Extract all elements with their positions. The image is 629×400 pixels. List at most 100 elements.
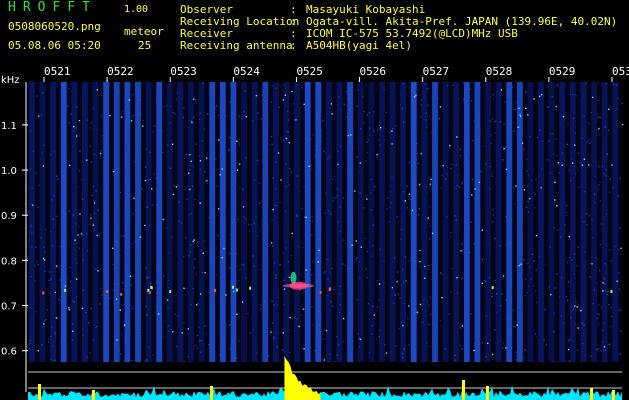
meteor-blip (319, 290, 322, 294)
noise-speck (289, 167, 291, 170)
time-label: 0527 (423, 65, 450, 78)
noise-speck (296, 214, 298, 216)
info-antenna: Receiving antenna: A504HB(yagi 4el) (180, 39, 412, 52)
noise-speck (157, 207, 159, 209)
noise-speck (328, 353, 331, 355)
noise-speck (545, 343, 548, 346)
noise-speck (130, 194, 133, 197)
noise-speck (339, 285, 341, 288)
noise-speck (598, 184, 600, 186)
noise-speck (197, 302, 199, 305)
noise-speck (101, 134, 103, 137)
noise-speck (263, 332, 265, 334)
noise-speck (49, 231, 52, 233)
noise-speck (303, 290, 305, 292)
noise-speck (276, 304, 278, 306)
noise-speck (426, 126, 428, 128)
noise-speck (370, 178, 373, 181)
noise-speck (515, 185, 517, 187)
noise-speck (220, 153, 222, 156)
noise-speck (221, 257, 223, 259)
noise-speck (122, 304, 124, 306)
noise-speck (62, 322, 64, 325)
noise-speck (544, 264, 547, 267)
noise-speck (504, 101, 506, 104)
noise-speck (92, 224, 95, 226)
noise-speck (289, 351, 291, 354)
noise-speck (64, 285, 67, 287)
noise-speck (192, 288, 194, 290)
noise-speck (358, 261, 361, 263)
noise-speck (106, 287, 108, 289)
noise-speck (395, 125, 397, 127)
noise-speck (614, 245, 617, 248)
noise-stripe (39, 82, 46, 362)
noise-speck (277, 332, 280, 334)
noise-speck (236, 357, 238, 359)
noise-speck (48, 279, 51, 282)
noise-speck (419, 260, 421, 263)
noise-speck (195, 273, 197, 275)
noise-speck (578, 186, 581, 188)
noise-speck (279, 264, 281, 266)
noise-speck (187, 328, 189, 330)
noise-speck (348, 249, 350, 252)
time-label: 0526 (360, 65, 387, 78)
noise-speck (427, 176, 430, 178)
noise-speck (512, 309, 515, 311)
noise-speck (66, 105, 69, 108)
noise-speck (286, 130, 288, 133)
noise-speck (352, 256, 354, 258)
noise-speck (201, 155, 204, 158)
noise-speck (138, 93, 141, 96)
noise-speck (47, 341, 50, 343)
noise-speck (300, 314, 302, 316)
noise-speck (332, 178, 334, 181)
noise-speck (569, 306, 572, 308)
noise-speck (241, 301, 244, 303)
noise-speck (429, 313, 432, 316)
noise-speck (529, 197, 531, 200)
noise-speck (528, 266, 531, 268)
time-label: 0528 (486, 65, 513, 78)
noise-speck (194, 99, 197, 101)
noise-speck (474, 343, 476, 345)
noise-speck (553, 330, 555, 333)
noise-speck (242, 188, 244, 190)
noise-speck (204, 325, 206, 327)
noise-speck (194, 344, 197, 347)
noise-speck (136, 288, 138, 290)
noise-speck (336, 195, 339, 197)
noise-speck (435, 87, 437, 89)
noise-speck (59, 245, 61, 248)
noise-speck (527, 262, 529, 264)
noise-speck (598, 313, 600, 315)
noise-speck (350, 91, 353, 94)
noise-speck (461, 277, 463, 279)
noise-speck (577, 246, 579, 248)
noise-speck (100, 287, 102, 290)
noise-speck (568, 338, 571, 341)
noise-speck (543, 339, 545, 341)
noise-speck (96, 234, 98, 236)
noise-speck (451, 163, 453, 166)
noise-speck (252, 255, 254, 257)
noise-speck (61, 358, 64, 360)
noise-speck (535, 335, 537, 338)
noise-speck (356, 105, 358, 107)
noise-speck (413, 220, 415, 223)
noise-speck (340, 145, 342, 147)
noise-speck (425, 112, 427, 114)
noise-speck (238, 287, 240, 289)
noise-speck (379, 248, 381, 251)
noise-speck (296, 215, 298, 218)
noise-speck (131, 243, 134, 245)
noise-speck (509, 271, 511, 273)
y-tick-label: 0.6 (1, 347, 17, 358)
noise-speck (396, 271, 399, 273)
noise-speck (619, 227, 621, 229)
noise-speck (298, 245, 300, 248)
noise-stripe (135, 82, 141, 362)
noise-speck (133, 197, 135, 199)
noise-speck (323, 150, 325, 152)
